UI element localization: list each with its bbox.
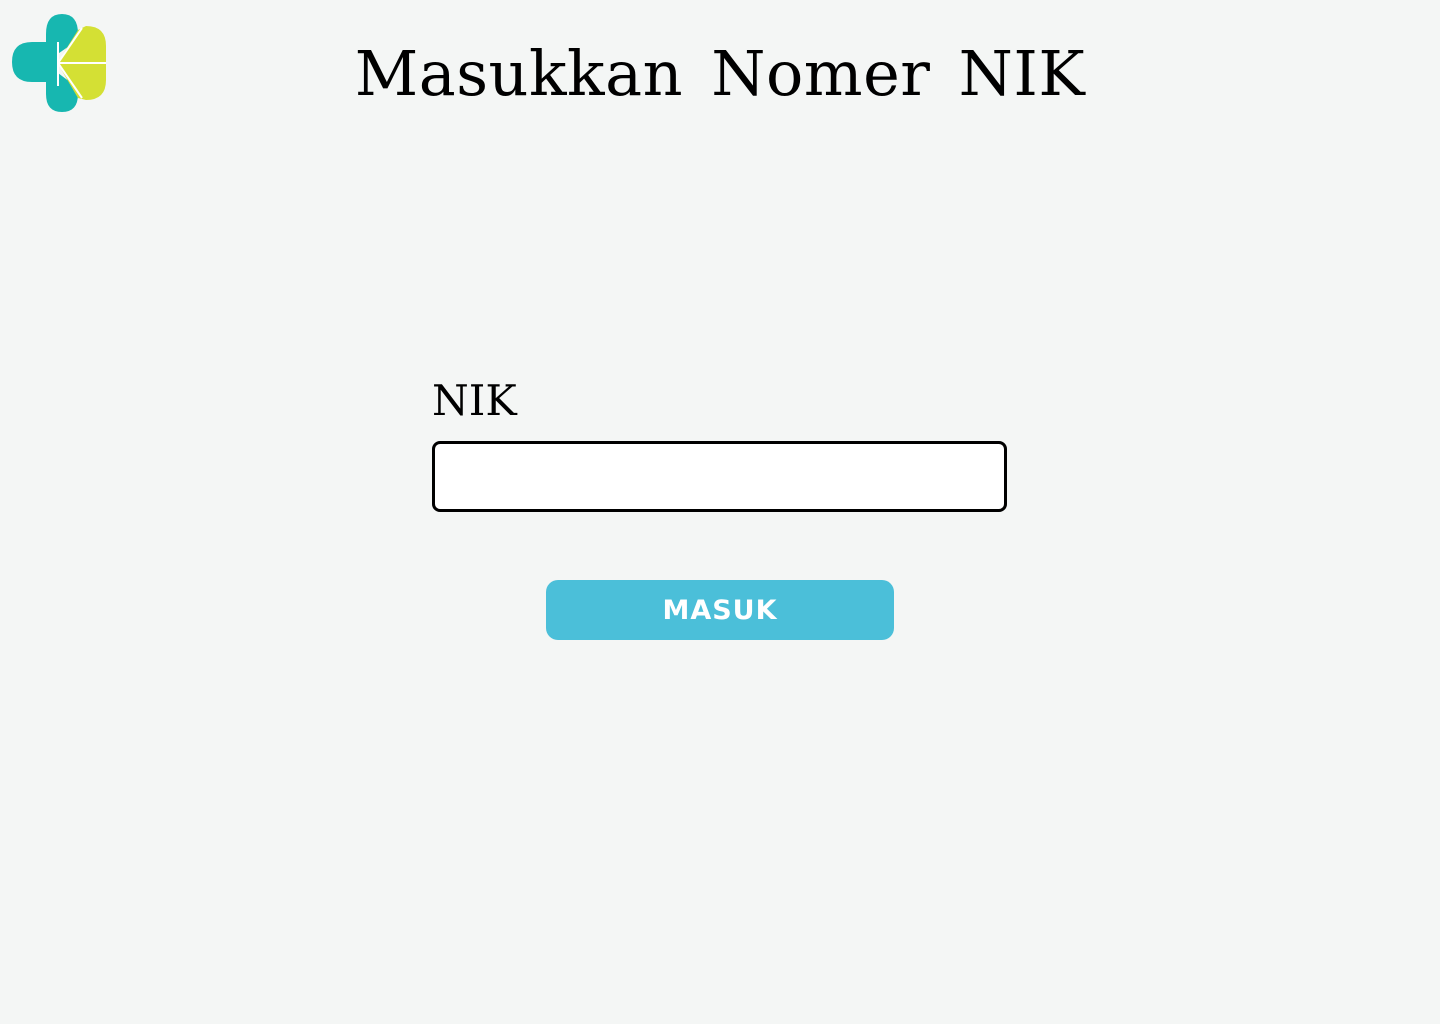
nik-login-page: Masukkan Nomer NIK NIK MASUK <box>0 0 1440 1024</box>
page-title: Masukkan Nomer NIK <box>354 37 1086 110</box>
nik-input[interactable] <box>432 441 1007 512</box>
masuk-button[interactable]: MASUK <box>546 580 894 640</box>
nik-label: NIK <box>432 376 517 425</box>
